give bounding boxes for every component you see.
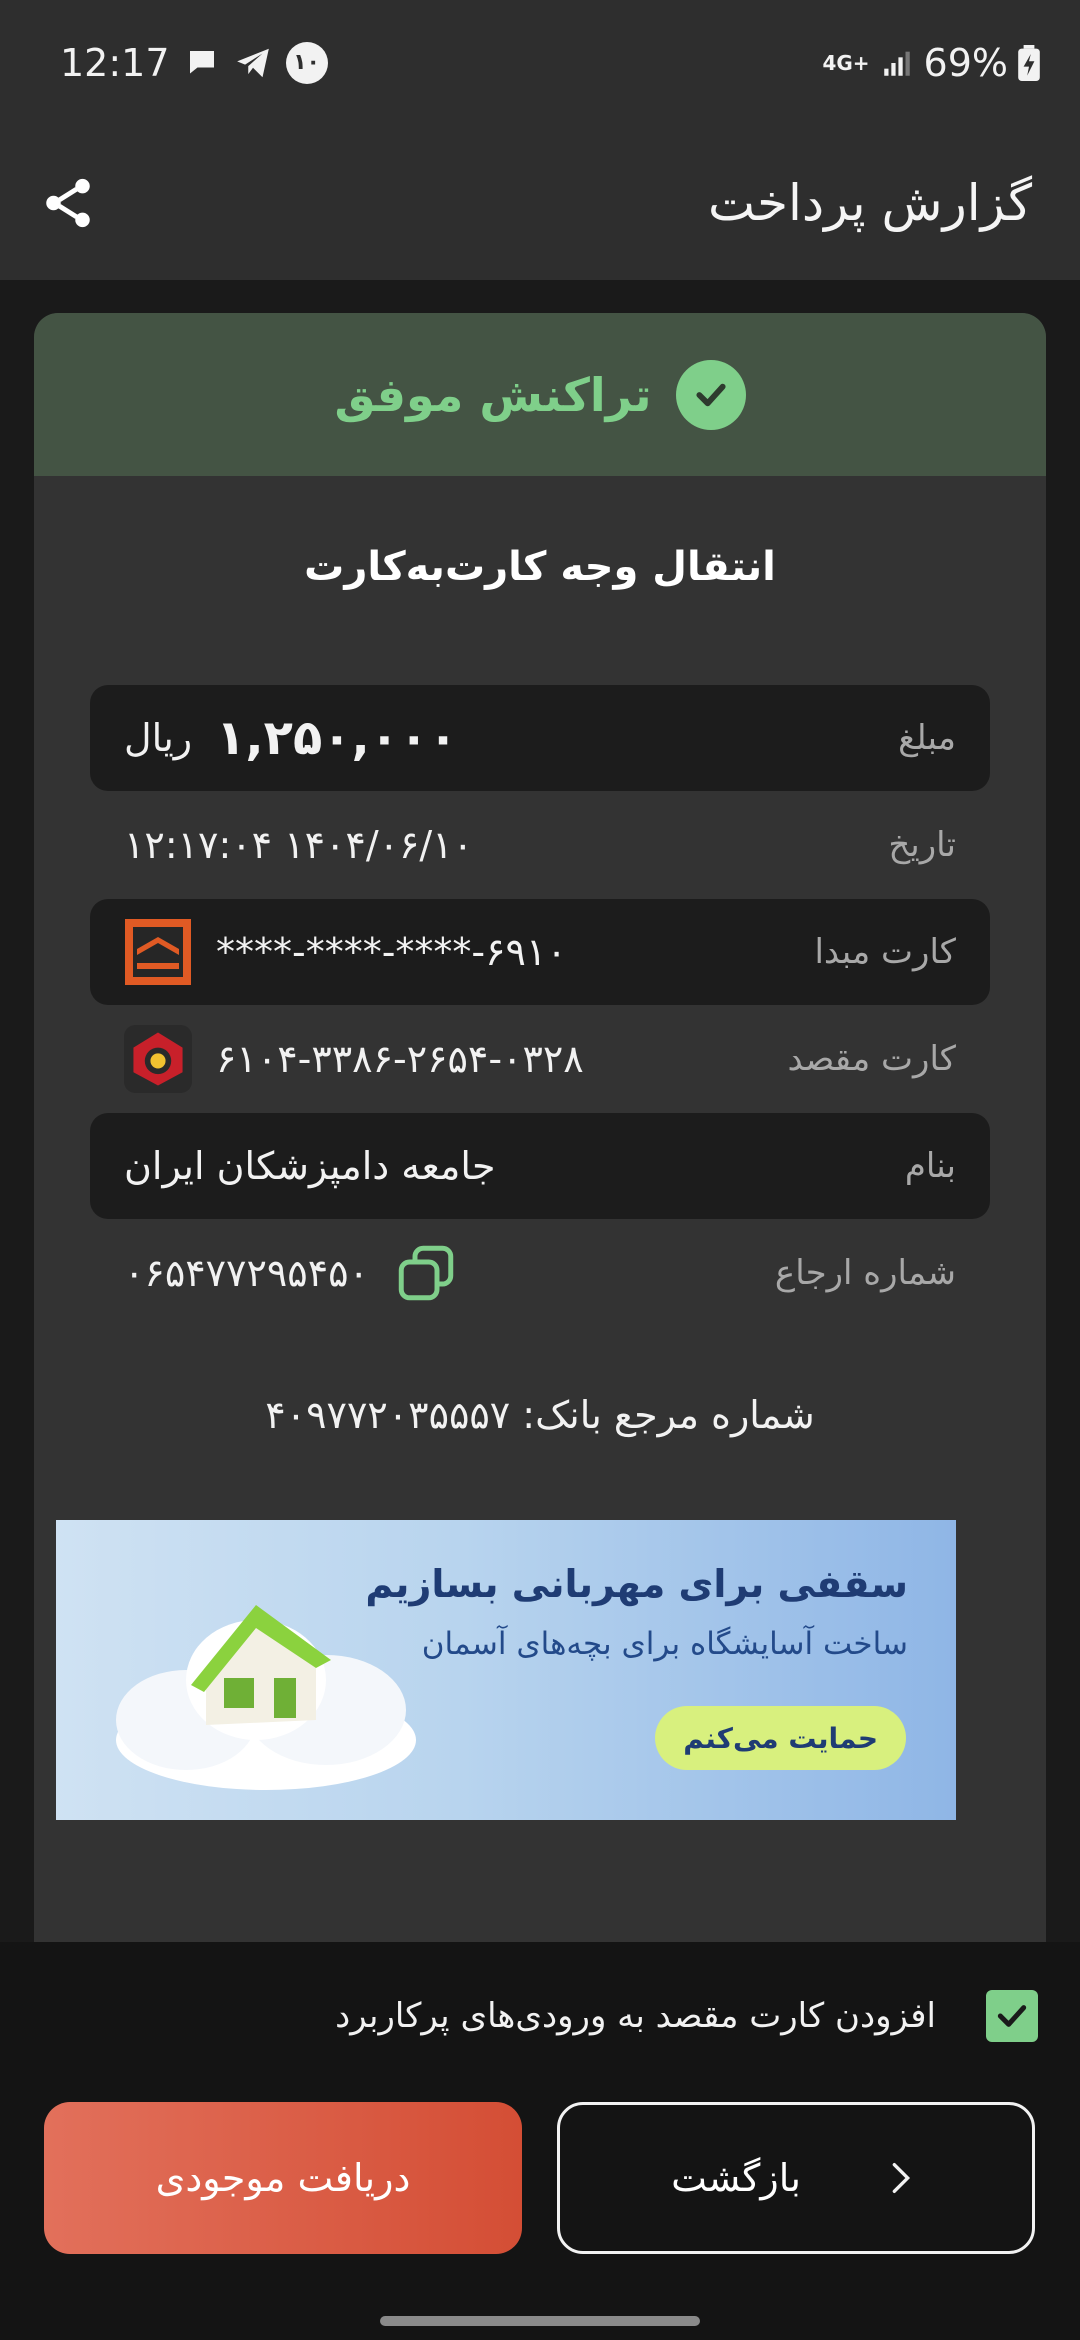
- telegram-icon: [234, 44, 272, 82]
- save-card-label: افزودن کارت مقصد به ورودی‌های پرکاربرد: [335, 1996, 936, 2036]
- page-title: گزارش پرداخت: [707, 173, 1032, 232]
- row-reference: شماره ارجاع ۰۶۵۴۷۷۲۹۵۴۵۰: [90, 1220, 990, 1326]
- row-label: مبلغ: [898, 718, 956, 758]
- transaction-status: تراکنش موفق: [334, 367, 652, 422]
- battery-icon: [1018, 44, 1040, 81]
- status-time: 12:17: [60, 40, 170, 85]
- check-balance-button[interactable]: دریافت موجودی: [44, 2102, 522, 2254]
- app-bar: گزارش پرداخت: [0, 125, 1080, 280]
- row-date: تاریخ ۱۴۰۴/۰۶/۱۰ ۱۲:۱۷:۰۴: [90, 792, 990, 898]
- check-circle-icon: [675, 359, 746, 430]
- donation-banner[interactable]: سقفی برای مهربانی بسازیم ساخت آسایشگاه ب…: [56, 1520, 956, 1820]
- bottom-action-area: افزودن کارت مقصد به ورودی‌های پرکاربرد د…: [0, 1942, 1080, 2340]
- chat-bubble-icon: [184, 45, 220, 81]
- destination-bank-logo-icon: [124, 1025, 192, 1093]
- back-button[interactable]: بازگشت: [557, 2102, 1035, 2254]
- recipient-name-value: جامعه دامپزشکان ایران: [124, 1144, 496, 1188]
- banner-title: سقفی برای مهربانی بسازیم: [365, 1562, 908, 1606]
- source-card-number: ****-****-****-۶۹۱۰: [216, 930, 567, 974]
- date-value: ۱۴۰۴/۰۶/۱۰ ۱۲:۱۷:۰۴: [124, 823, 474, 867]
- signal-icon: [880, 46, 914, 80]
- source-card-value: ****-****-****-۶۹۱۰: [124, 918, 567, 986]
- support-button[interactable]: حمایت می‌کنم: [655, 1706, 906, 1770]
- home-indicator[interactable]: [380, 2316, 700, 2326]
- row-label: کارت مبدا: [814, 932, 956, 972]
- battery-percent: 69%: [923, 40, 1008, 85]
- share-icon: [46, 178, 90, 227]
- chevron-right-icon: [892, 2163, 910, 2193]
- network-4g-icon: 4G+: [822, 50, 870, 75]
- destination-card-number: ۶۱۰۴-۳۳۸۶-۲۶۵۴-۰۳۲۸: [216, 1037, 584, 1081]
- details-list: مبلغ ریال ۱,۲۵۰,۰۰۰ تاریخ ۱۴۰۴/۰۶/۱۰ ۱۲:…: [90, 685, 990, 1327]
- row-label: شماره ارجاع: [774, 1253, 956, 1293]
- banner-subtitle: ساخت آسایشگاه برای بچه‌های آسمان: [421, 1626, 908, 1662]
- status-bar: 12:17 ۱۰ 4G+ 69%: [0, 0, 1080, 125]
- screen: 12:17 ۱۰ 4G+ 69% گزارش پرداخت تراکنش موف…: [0, 0, 1080, 2340]
- transaction-title: انتقال وجه کارت‌به‌کارت: [304, 544, 776, 590]
- row-amount: مبلغ ریال ۱,۲۵۰,۰۰۰: [90, 685, 990, 791]
- share-button[interactable]: [36, 171, 100, 235]
- destination-card-value: ۶۱۰۴-۳۳۸۶-۲۶۵۴-۰۳۲۸: [124, 1025, 584, 1093]
- reference-number: ۰۶۵۴۷۷۲۹۵۴۵۰: [124, 1251, 369, 1295]
- row-recipient-name: بنام جامعه دامپزشکان ایران: [90, 1113, 990, 1219]
- success-header: تراکنش موفق: [34, 313, 1046, 476]
- row-destination-card: کارت مقصد ۶۱۰۴-۳۳۸۶-۲۶۵۴-۰۳۲۸: [90, 1006, 990, 1112]
- checkmark-icon: [997, 2005, 1027, 2027]
- row-label: کارت مقصد: [787, 1039, 956, 1079]
- back-button-label: بازگشت: [671, 2156, 801, 2200]
- save-card-option[interactable]: افزودن کارت مقصد به ورودی‌های پرکاربرد: [335, 1990, 1038, 2042]
- status-right: 4G+ 69%: [822, 41, 1040, 85]
- save-card-checkbox[interactable]: [986, 1990, 1038, 2042]
- copy-icon[interactable]: [393, 1240, 459, 1306]
- source-bank-logo-icon: [124, 918, 192, 986]
- notification-count-badge: ۱۰: [285, 41, 328, 84]
- amount-value: ریال ۱,۲۵۰,۰۰۰: [124, 710, 458, 766]
- row-source-card: کارت مبدا ****-****-****-۶۹۱۰: [90, 899, 990, 1005]
- amount-unit: ریال: [124, 716, 193, 760]
- bank-reference: شماره مرجع بانک: ۴۰۹۷۷۲۰۳۵۵۵۷: [265, 1393, 815, 1437]
- reference-value: ۰۶۵۴۷۷۲۹۵۴۵۰: [124, 1240, 459, 1306]
- status-left: 12:17 ۱۰: [60, 41, 328, 85]
- banner-text: سقفی برای مهربانی بسازیم ساخت آسایشگاه ب…: [365, 1562, 908, 1662]
- row-label: تاریخ: [888, 825, 956, 865]
- amount-number: ۱,۲۵۰,۰۰۰: [216, 710, 458, 766]
- scroll-content[interactable]: تراکنش موفق انتقال وجه کارت‌به‌کارت مبلغ…: [0, 280, 1080, 1942]
- row-label: بنام: [904, 1146, 956, 1186]
